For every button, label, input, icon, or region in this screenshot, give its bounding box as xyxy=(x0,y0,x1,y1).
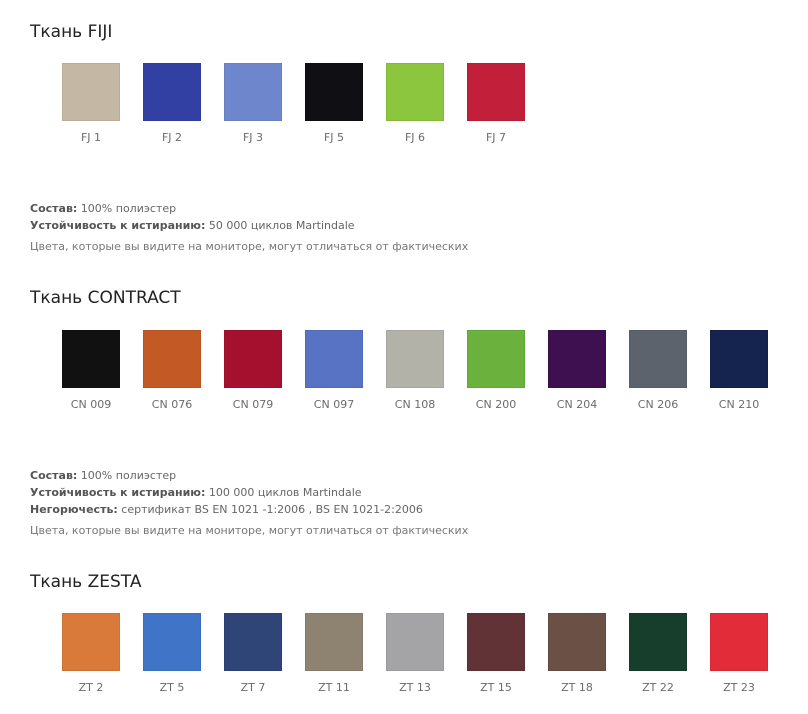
color-swatch[interactable] xyxy=(62,613,120,671)
fiji-abrasion: Устойчивость к истиранию: 50 000 циклов … xyxy=(30,217,355,234)
zesta-title: Ткань ZESTA xyxy=(30,572,142,592)
contract-color-note: Цвета, которые вы видите на мониторе, мо… xyxy=(30,524,469,537)
fiji-color-note: Цвета, которые вы видите на мониторе, мо… xyxy=(30,240,469,253)
color-swatch[interactable] xyxy=(548,330,606,388)
color-swatch[interactable] xyxy=(386,613,444,671)
color-swatch[interactable] xyxy=(548,613,606,671)
swatch-item[interactable]: ZT 2 xyxy=(62,613,120,694)
swatch-item[interactable]: ZT 22 xyxy=(629,613,687,694)
color-swatch[interactable] xyxy=(62,63,120,121)
swatch-code: ZT 23 xyxy=(723,681,755,694)
abrasion-label: Устойчивость к истиранию: xyxy=(30,219,206,232)
color-swatch[interactable] xyxy=(305,613,363,671)
contract-fire: Негорючесть: сертификат BS EN 1021 -1:20… xyxy=(30,501,423,518)
composition-label: Состав: xyxy=(30,202,78,215)
color-swatch[interactable] xyxy=(467,613,525,671)
fire-value: сертификат BS EN 1021 -1:2006 , BS EN 10… xyxy=(117,503,423,516)
color-swatch[interactable] xyxy=(143,613,201,671)
swatch-item[interactable]: CN 206 xyxy=(629,330,687,411)
color-swatch[interactable] xyxy=(224,63,282,121)
color-swatch[interactable] xyxy=(629,613,687,671)
color-swatch[interactable] xyxy=(710,613,768,671)
swatch-item[interactable]: ZT 11 xyxy=(305,613,363,694)
color-swatch[interactable] xyxy=(62,330,120,388)
swatch-item[interactable]: FJ 5 xyxy=(305,63,363,144)
composition-value: 100% полиэстер xyxy=(77,202,177,215)
abrasion-value: 100 000 циклов Martindale xyxy=(205,486,362,499)
fire-label: Негорючесть: xyxy=(30,503,118,516)
fiji-composition: Состав: 100% полиэстер xyxy=(30,200,176,217)
abrasion-label: Устойчивость к истиранию: xyxy=(30,486,206,499)
color-swatch[interactable] xyxy=(305,330,363,388)
composition-value: 100% полиэстер xyxy=(77,469,177,482)
swatch-item[interactable]: ZT 7 xyxy=(224,613,282,694)
swatch-item[interactable]: ZT 23 xyxy=(710,613,768,694)
color-swatch[interactable] xyxy=(305,63,363,121)
color-swatch[interactable] xyxy=(386,63,444,121)
color-swatch[interactable] xyxy=(629,330,687,388)
color-swatch[interactable] xyxy=(467,330,525,388)
swatch-item[interactable]: ZT 15 xyxy=(467,613,525,694)
color-swatch[interactable] xyxy=(710,330,768,388)
swatch-item[interactable]: FJ 2 xyxy=(143,63,201,144)
swatch-item[interactable]: FJ 6 xyxy=(386,63,444,144)
swatch-item[interactable]: ZT 5 xyxy=(143,613,201,694)
swatch-item[interactable]: CN 204 xyxy=(548,330,606,411)
fiji-title: Ткань FIJI xyxy=(30,22,113,42)
swatch-item[interactable]: ZT 18 xyxy=(548,613,606,694)
composition-label: Состав: xyxy=(30,469,78,482)
color-swatch[interactable] xyxy=(386,330,444,388)
swatch-item[interactable]: CN 210 xyxy=(710,330,768,411)
color-swatch[interactable] xyxy=(224,330,282,388)
abrasion-value: 50 000 циклов Martindale xyxy=(205,219,355,232)
swatch-item[interactable]: CN 200 xyxy=(467,330,525,411)
swatch-item[interactable]: CN 079 xyxy=(224,330,282,411)
swatch-item[interactable]: FJ 3 xyxy=(224,63,282,144)
swatch-item[interactable]: CN 108 xyxy=(386,330,444,411)
contract-abrasion: Устойчивость к истиранию: 100 000 циклов… xyxy=(30,484,362,501)
swatch-item[interactable]: ZT 13 xyxy=(386,613,444,694)
swatch-item[interactable]: CN 097 xyxy=(305,330,363,411)
color-swatch[interactable] xyxy=(224,613,282,671)
swatch-code: FJ 7 xyxy=(485,131,507,144)
swatch-item[interactable]: CN 009 xyxy=(62,330,120,411)
contract-composition: Состав: 100% полиэстер xyxy=(30,467,176,484)
contract-title: Ткань CONTRACT xyxy=(30,288,181,308)
swatch-item[interactable]: FJ 1 xyxy=(62,63,120,144)
color-swatch[interactable] xyxy=(143,63,201,121)
color-swatch[interactable] xyxy=(143,330,201,388)
swatch-item[interactable]: CN 076 xyxy=(143,330,201,411)
swatch-item[interactable]: FJ 7 xyxy=(467,63,525,144)
color-swatch[interactable] xyxy=(467,63,525,121)
swatch-code: CN 210 xyxy=(718,398,760,411)
